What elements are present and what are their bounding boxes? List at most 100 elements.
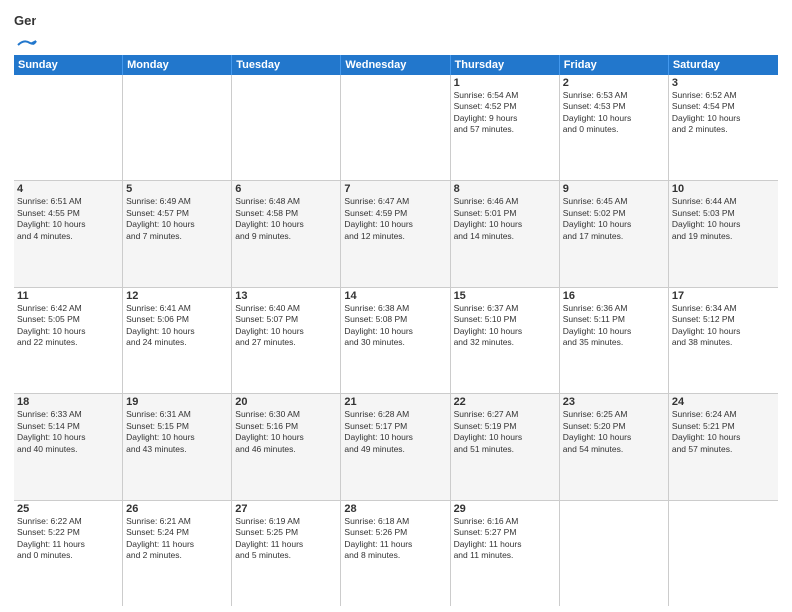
- day-info: Sunrise: 6:53 AMSunset: 4:53 PMDaylight:…: [563, 90, 665, 136]
- svg-text:General: General: [14, 13, 36, 28]
- calendar-cell: 23Sunrise: 6:25 AMSunset: 5:20 PMDayligh…: [560, 394, 669, 499]
- day-number: 9: [563, 183, 665, 195]
- calendar-cell: [560, 501, 669, 606]
- day-number: 23: [563, 396, 665, 408]
- header-day-wednesday: Wednesday: [341, 55, 450, 75]
- calendar-cell: 12Sunrise: 6:41 AMSunset: 5:06 PMDayligh…: [123, 288, 232, 393]
- page: General SundayMondayTuesdayWednesdayThur…: [0, 0, 792, 612]
- header-day-saturday: Saturday: [669, 55, 778, 75]
- calendar: SundayMondayTuesdayWednesdayThursdayFrid…: [14, 55, 778, 606]
- day-info: Sunrise: 6:24 AMSunset: 5:21 PMDaylight:…: [672, 409, 775, 455]
- calendar-cell: [123, 75, 232, 180]
- calendar-cell: 16Sunrise: 6:36 AMSunset: 5:11 PMDayligh…: [560, 288, 669, 393]
- day-info: Sunrise: 6:46 AMSunset: 5:01 PMDaylight:…: [454, 196, 556, 242]
- day-info: Sunrise: 6:51 AMSunset: 4:55 PMDaylight:…: [17, 196, 119, 242]
- calendar-cell: 28Sunrise: 6:18 AMSunset: 5:26 PMDayligh…: [341, 501, 450, 606]
- header-day-thursday: Thursday: [451, 55, 560, 75]
- day-number: 10: [672, 183, 775, 195]
- day-info: Sunrise: 6:28 AMSunset: 5:17 PMDaylight:…: [344, 409, 446, 455]
- day-number: 11: [17, 290, 119, 302]
- calendar-cell: 14Sunrise: 6:38 AMSunset: 5:08 PMDayligh…: [341, 288, 450, 393]
- day-number: 6: [235, 183, 337, 195]
- calendar-cell: 9Sunrise: 6:45 AMSunset: 5:02 PMDaylight…: [560, 181, 669, 286]
- day-number: 29: [454, 503, 556, 515]
- calendar-cell: [232, 75, 341, 180]
- day-number: 2: [563, 77, 665, 89]
- calendar-cell: 11Sunrise: 6:42 AMSunset: 5:05 PMDayligh…: [14, 288, 123, 393]
- day-info: Sunrise: 6:34 AMSunset: 5:12 PMDaylight:…: [672, 303, 775, 349]
- calendar-cell: [14, 75, 123, 180]
- day-info: Sunrise: 6:30 AMSunset: 5:16 PMDaylight:…: [235, 409, 337, 455]
- calendar-cell: [669, 501, 778, 606]
- day-info: Sunrise: 6:27 AMSunset: 5:19 PMDaylight:…: [454, 409, 556, 455]
- day-info: Sunrise: 6:25 AMSunset: 5:20 PMDaylight:…: [563, 409, 665, 455]
- day-info: Sunrise: 6:16 AMSunset: 5:27 PMDaylight:…: [454, 516, 556, 562]
- calendar-cell: 17Sunrise: 6:34 AMSunset: 5:12 PMDayligh…: [669, 288, 778, 393]
- calendar-row: 1Sunrise: 6:54 AMSunset: 4:52 PMDaylight…: [14, 75, 778, 181]
- calendar-cell: 24Sunrise: 6:24 AMSunset: 5:21 PMDayligh…: [669, 394, 778, 499]
- calendar-row: 25Sunrise: 6:22 AMSunset: 5:22 PMDayligh…: [14, 501, 778, 606]
- day-number: 26: [126, 503, 228, 515]
- day-number: 12: [126, 290, 228, 302]
- day-number: 1: [454, 77, 556, 89]
- day-info: Sunrise: 6:33 AMSunset: 5:14 PMDaylight:…: [17, 409, 119, 455]
- day-info: Sunrise: 6:37 AMSunset: 5:10 PMDaylight:…: [454, 303, 556, 349]
- day-number: 18: [17, 396, 119, 408]
- calendar-cell: 4Sunrise: 6:51 AMSunset: 4:55 PMDaylight…: [14, 181, 123, 286]
- day-info: Sunrise: 6:41 AMSunset: 5:06 PMDaylight:…: [126, 303, 228, 349]
- calendar-cell: 21Sunrise: 6:28 AMSunset: 5:17 PMDayligh…: [341, 394, 450, 499]
- calendar-cell: 8Sunrise: 6:46 AMSunset: 5:01 PMDaylight…: [451, 181, 560, 286]
- day-number: 27: [235, 503, 337, 515]
- calendar-cell: 15Sunrise: 6:37 AMSunset: 5:10 PMDayligh…: [451, 288, 560, 393]
- day-number: 22: [454, 396, 556, 408]
- day-number: 13: [235, 290, 337, 302]
- calendar-cell: 6Sunrise: 6:48 AMSunset: 4:58 PMDaylight…: [232, 181, 341, 286]
- day-number: 20: [235, 396, 337, 408]
- calendar-cell: 25Sunrise: 6:22 AMSunset: 5:22 PMDayligh…: [14, 501, 123, 606]
- logo-bird-icon: [16, 37, 38, 53]
- day-info: Sunrise: 6:38 AMSunset: 5:08 PMDaylight:…: [344, 303, 446, 349]
- day-info: Sunrise: 6:54 AMSunset: 4:52 PMDaylight:…: [454, 90, 556, 136]
- day-info: Sunrise: 6:52 AMSunset: 4:54 PMDaylight:…: [672, 90, 775, 136]
- day-number: 15: [454, 290, 556, 302]
- day-info: Sunrise: 6:49 AMSunset: 4:57 PMDaylight:…: [126, 196, 228, 242]
- day-info: Sunrise: 6:19 AMSunset: 5:25 PMDaylight:…: [235, 516, 337, 562]
- calendar-row: 18Sunrise: 6:33 AMSunset: 5:14 PMDayligh…: [14, 394, 778, 500]
- day-number: 24: [672, 396, 775, 408]
- calendar-row: 11Sunrise: 6:42 AMSunset: 5:05 PMDayligh…: [14, 288, 778, 394]
- calendar-body: 1Sunrise: 6:54 AMSunset: 4:52 PMDaylight…: [14, 75, 778, 606]
- header-day-tuesday: Tuesday: [232, 55, 341, 75]
- day-number: 5: [126, 183, 228, 195]
- day-number: 25: [17, 503, 119, 515]
- header-day-monday: Monday: [123, 55, 232, 75]
- calendar-cell: 13Sunrise: 6:40 AMSunset: 5:07 PMDayligh…: [232, 288, 341, 393]
- header-day-sunday: Sunday: [14, 55, 123, 75]
- day-info: Sunrise: 6:45 AMSunset: 5:02 PMDaylight:…: [563, 196, 665, 242]
- day-info: Sunrise: 6:21 AMSunset: 5:24 PMDaylight:…: [126, 516, 228, 562]
- day-info: Sunrise: 6:22 AMSunset: 5:22 PMDaylight:…: [17, 516, 119, 562]
- day-info: Sunrise: 6:36 AMSunset: 5:11 PMDaylight:…: [563, 303, 665, 349]
- header-day-friday: Friday: [560, 55, 669, 75]
- calendar-cell: 3Sunrise: 6:52 AMSunset: 4:54 PMDaylight…: [669, 75, 778, 180]
- day-number: 7: [344, 183, 446, 195]
- day-info: Sunrise: 6:47 AMSunset: 4:59 PMDaylight:…: [344, 196, 446, 242]
- calendar-cell: 19Sunrise: 6:31 AMSunset: 5:15 PMDayligh…: [123, 394, 232, 499]
- day-number: 14: [344, 290, 446, 302]
- day-number: 19: [126, 396, 228, 408]
- day-number: 21: [344, 396, 446, 408]
- day-info: Sunrise: 6:42 AMSunset: 5:05 PMDaylight:…: [17, 303, 119, 349]
- calendar-cell: 1Sunrise: 6:54 AMSunset: 4:52 PMDaylight…: [451, 75, 560, 180]
- day-number: 17: [672, 290, 775, 302]
- calendar-cell: 22Sunrise: 6:27 AMSunset: 5:19 PMDayligh…: [451, 394, 560, 499]
- calendar-cell: 10Sunrise: 6:44 AMSunset: 5:03 PMDayligh…: [669, 181, 778, 286]
- calendar-cell: 2Sunrise: 6:53 AMSunset: 4:53 PMDaylight…: [560, 75, 669, 180]
- calendar-cell: 26Sunrise: 6:21 AMSunset: 5:24 PMDayligh…: [123, 501, 232, 606]
- day-number: 28: [344, 503, 446, 515]
- calendar-cell: 20Sunrise: 6:30 AMSunset: 5:16 PMDayligh…: [232, 394, 341, 499]
- calendar-cell: 7Sunrise: 6:47 AMSunset: 4:59 PMDaylight…: [341, 181, 450, 286]
- calendar-cell: [341, 75, 450, 180]
- calendar-cell: 5Sunrise: 6:49 AMSunset: 4:57 PMDaylight…: [123, 181, 232, 286]
- day-info: Sunrise: 6:31 AMSunset: 5:15 PMDaylight:…: [126, 409, 228, 455]
- logo: General: [14, 10, 38, 49]
- day-number: 16: [563, 290, 665, 302]
